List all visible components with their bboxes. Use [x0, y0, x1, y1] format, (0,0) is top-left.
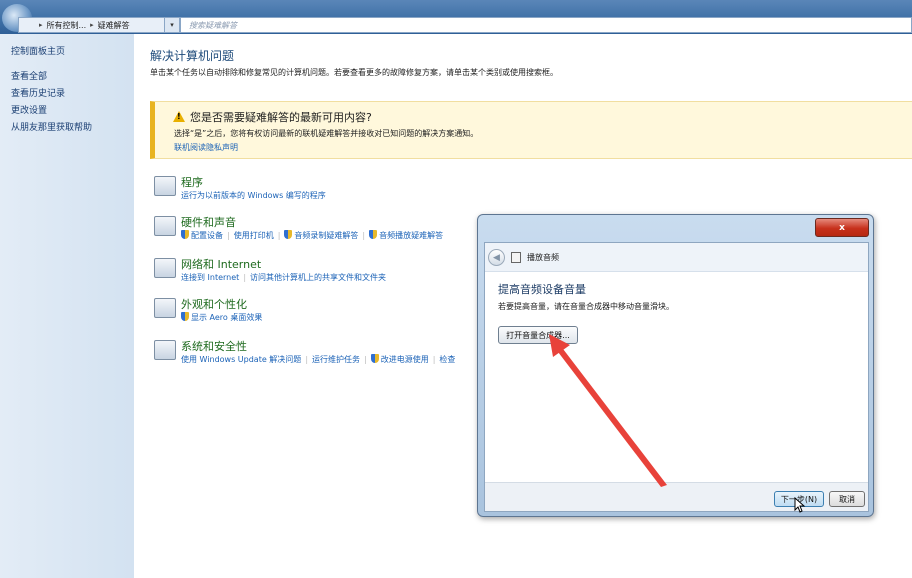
sidebar-item-view-history[interactable]: 查看历史记录	[11, 86, 65, 99]
address-bar-area: ▸ 所有控制... ▸ 疑难解答 ▾ 搜索疑难解答	[0, 0, 912, 34]
left-pane: 控制面板主页 查看全部 查看历史记录 更改设置 从朋友那里获取帮助	[0, 34, 134, 578]
category-title[interactable]: 外观和个性化	[181, 296, 247, 312]
open-volume-mixer-button[interactable]: 打开音量合成器...	[498, 326, 578, 344]
shield-icon	[284, 230, 293, 239]
chevron-right-icon: ▸	[39, 21, 43, 29]
dialog-body: ◀ 播放音频 提高音频设备音量 若要提高音量，请在音量合成器中移动音量滑块。 打…	[484, 242, 869, 512]
task-link[interactable]: 运行维护任务	[312, 354, 360, 365]
task-link[interactable]: 改进电源使用	[381, 355, 429, 364]
notice-description: 选择“是”之后，您将有权访问最新的联机疑难解答并接收对已知问题的解决方案通知。	[174, 129, 479, 138]
task-link[interactable]: 显示 Aero 桌面效果	[191, 313, 262, 322]
page-subtitle: 单击某个任务以自动排除和修复常见的计算机问题。若要查看更多的故障修复方案，请单击…	[150, 68, 558, 77]
dialog-navbar: ◀ 播放音频	[485, 243, 868, 272]
dialog-heading: 提高音频设备音量	[498, 283, 586, 296]
shield-icon	[181, 230, 189, 239]
back-arrow-icon[interactable]: ◀	[488, 249, 505, 266]
task-link[interactable]: 检查	[439, 354, 455, 365]
dialog-description: 若要提高音量，请在音量合成器中移动音量滑块。	[498, 302, 674, 311]
mouse-cursor-icon	[794, 497, 806, 513]
category-title[interactable]: 系统和安全性	[181, 338, 247, 354]
task-link[interactable]: 配置设备	[191, 231, 223, 240]
sidebar-item-get-help-from-friend[interactable]: 从朋友那里获取帮助	[11, 120, 92, 133]
network-icon	[154, 258, 176, 278]
troubleshooter-dialog: x ◀ 播放音频 提高音频设备音量 若要提高音量，请在音量合成器中移动音量滑块。…	[477, 214, 874, 517]
category-title[interactable]: 网络和 Internet	[181, 256, 261, 272]
dialog-footer: 下一步(N) 取消	[485, 482, 868, 511]
shield-icon	[370, 354, 379, 363]
chevron-right-icon: ▸	[90, 21, 94, 29]
task-link[interactable]: 运行为以前版本的 Windows 编写的程序	[181, 190, 326, 201]
task-link[interactable]: 使用 Windows Update 解决问题	[181, 354, 301, 365]
privacy-statement-link[interactable]: 联机阅读隐私声明	[174, 142, 238, 153]
breadcrumb-all-control-panel[interactable]: 所有控制...	[47, 20, 87, 31]
task-link[interactable]: 音频录制疑难解答	[294, 231, 358, 240]
shield-icon	[369, 230, 378, 239]
notice-title: 您是否需要疑难解答的最新可用内容?	[190, 111, 372, 124]
dialog-title: 播放音频	[527, 253, 559, 262]
page-title: 解决计算机问题	[150, 49, 235, 63]
task-link[interactable]: 使用打印机	[234, 230, 274, 241]
hardware-sound-icon	[154, 216, 176, 236]
shield-icon	[181, 312, 189, 321]
search-input[interactable]: 搜索疑难解答	[180, 17, 912, 33]
breadcrumb-troubleshooting[interactable]: 疑难解答	[98, 20, 130, 31]
address-bar[interactable]: ▸ 所有控制... ▸ 疑难解答	[18, 17, 178, 33]
sidebar-item-control-panel-home[interactable]: 控制面板主页	[11, 44, 65, 57]
sidebar-item-view-all[interactable]: 查看全部	[11, 69, 47, 82]
update-notice: ! 您是否需要疑难解答的最新可用内容? 选择“是”之后，您将有权访问最新的联机疑…	[150, 101, 912, 159]
troubleshooter-icon	[511, 252, 521, 263]
cancel-button[interactable]: 取消	[829, 491, 865, 507]
task-link[interactable]: 访问其他计算机上的共享文件和文件夹	[250, 272, 386, 283]
close-button[interactable]: x	[815, 218, 869, 237]
system-security-icon	[154, 340, 176, 360]
programs-icon	[154, 176, 176, 196]
category-title[interactable]: 硬件和声音	[181, 214, 236, 230]
address-dropdown-button[interactable]: ▾	[164, 17, 180, 33]
task-link[interactable]: 连接到 Internet	[181, 272, 239, 283]
task-link[interactable]: 音频播放疑难解答	[379, 231, 443, 240]
sidebar-item-change-settings[interactable]: 更改设置	[11, 103, 47, 116]
appearance-icon	[154, 298, 176, 318]
category-title[interactable]: 程序	[181, 174, 203, 190]
